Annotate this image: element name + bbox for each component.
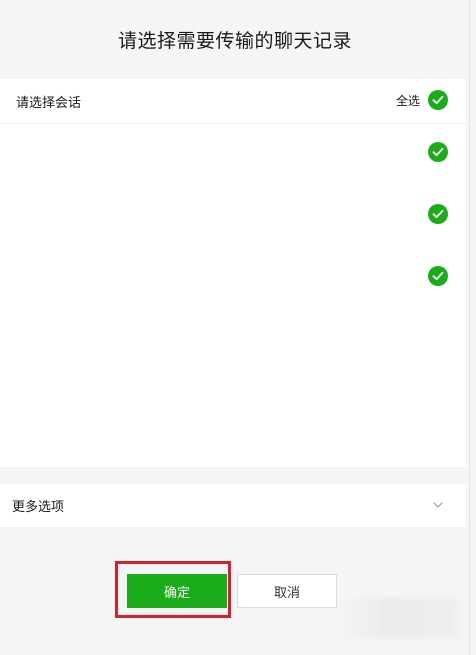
session-list-label: 请选择会话	[16, 96, 82, 111]
select-all-check-icon[interactable]	[428, 90, 448, 110]
item-check-icon[interactable]	[428, 266, 448, 286]
more-options-row[interactable]: 更多选项	[0, 484, 466, 527]
list-item[interactable]	[0, 254, 466, 298]
select-all-label: 全选	[395, 93, 420, 108]
item-check-icon[interactable]	[428, 142, 448, 162]
confirm-button[interactable]: 确定	[127, 574, 227, 608]
cancel-button[interactable]: 取消	[237, 574, 337, 608]
session-list	[0, 124, 466, 467]
session-list-header: 请选择会话 全选	[0, 79, 466, 124]
more-options-label: 更多选项	[12, 500, 65, 515]
dialog-title: 请选择需要传输的聊天记录	[117, 30, 352, 52]
chevron-down-icon[interactable]	[432, 499, 444, 511]
list-item[interactable]	[0, 192, 466, 236]
select-all-toggle[interactable]: 全选	[396, 89, 448, 111]
list-item[interactable]	[0, 130, 466, 174]
item-check-icon[interactable]	[428, 204, 448, 224]
transfer-chat-dialog: 请选择需要传输的聊天记录 请选择会话 全选 更多选项 确定 取消	[0, 0, 470, 655]
blurred-watermark	[340, 598, 460, 638]
